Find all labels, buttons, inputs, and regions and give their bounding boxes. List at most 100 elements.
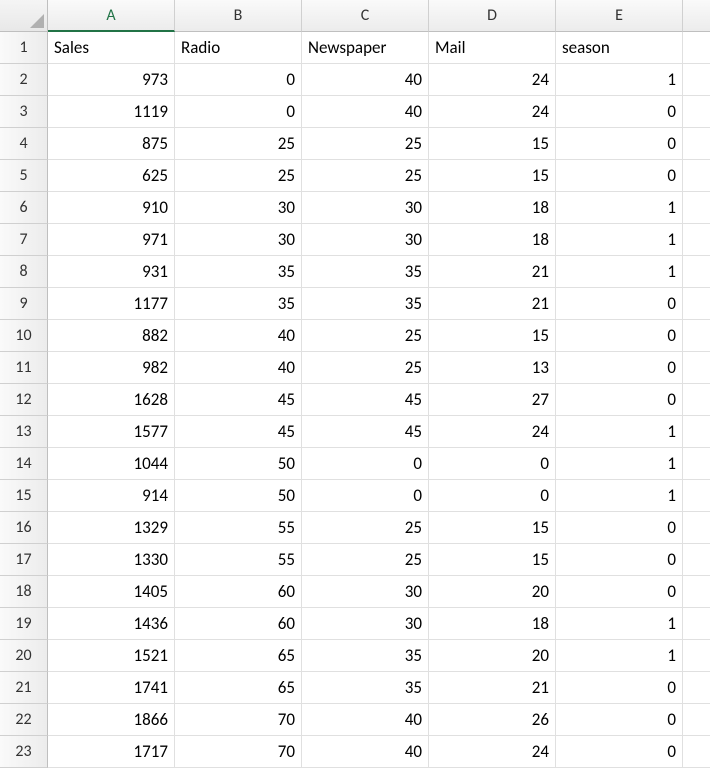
cell-C15[interactable]: 0 [302,480,429,512]
cell-E21[interactable]: 0 [556,672,683,704]
cell-E23[interactable]: 0 [556,736,683,768]
cell-C6[interactable]: 30 [302,192,429,224]
cell-partial[interactable] [683,448,710,480]
cell-E11[interactable]: 0 [556,352,683,384]
cell-B23[interactable]: 70 [175,736,302,768]
cell-B8[interactable]: 35 [175,256,302,288]
cell-C18[interactable]: 30 [302,576,429,608]
cell-E19[interactable]: 1 [556,608,683,640]
row-header-8[interactable]: 8 [0,256,48,288]
cell-A6[interactable]: 910 [48,192,175,224]
cell-D11[interactable]: 13 [429,352,556,384]
cell-C13[interactable]: 45 [302,416,429,448]
cell-D22[interactable]: 26 [429,704,556,736]
cell-D4[interactable]: 15 [429,128,556,160]
cell-A19[interactable]: 1436 [48,608,175,640]
cell-A15[interactable]: 914 [48,480,175,512]
cell-B18[interactable]: 60 [175,576,302,608]
cell-D20[interactable]: 20 [429,640,556,672]
row-header-23[interactable]: 23 [0,736,48,768]
cell-E16[interactable]: 0 [556,512,683,544]
cell-A20[interactable]: 1521 [48,640,175,672]
cell-A2[interactable]: 973 [48,64,175,96]
col-header-D[interactable]: D [429,0,556,32]
cell-E22[interactable]: 0 [556,704,683,736]
cell-D8[interactable]: 21 [429,256,556,288]
col-header-A[interactable]: A [48,0,175,32]
cell-C9[interactable]: 35 [302,288,429,320]
cell-E8[interactable]: 1 [556,256,683,288]
cell-partial[interactable] [683,640,710,672]
row-header-3[interactable]: 3 [0,96,48,128]
cell-D17[interactable]: 15 [429,544,556,576]
cell-E14[interactable]: 1 [556,448,683,480]
cell-D15[interactable]: 0 [429,480,556,512]
cell-A4[interactable]: 875 [48,128,175,160]
row-header-19[interactable]: 19 [0,608,48,640]
cell-C3[interactable]: 40 [302,96,429,128]
cell-B11[interactable]: 40 [175,352,302,384]
cell-C11[interactable]: 25 [302,352,429,384]
cell-partial[interactable] [683,736,710,768]
cell-C20[interactable]: 35 [302,640,429,672]
cell-C7[interactable]: 30 [302,224,429,256]
row-header-11[interactable]: 11 [0,352,48,384]
cell-D12[interactable]: 27 [429,384,556,416]
cell-partial[interactable] [683,704,710,736]
cell-B21[interactable]: 65 [175,672,302,704]
cell-D6[interactable]: 18 [429,192,556,224]
cell-D19[interactable]: 18 [429,608,556,640]
cell-partial[interactable] [683,192,710,224]
cell-D7[interactable]: 18 [429,224,556,256]
cell-partial[interactable] [683,128,710,160]
cell-partial[interactable] [683,576,710,608]
cell-C12[interactable]: 45 [302,384,429,416]
cell-partial[interactable] [683,544,710,576]
cell-B3[interactable]: 0 [175,96,302,128]
cell-D21[interactable]: 21 [429,672,556,704]
cell-D10[interactable]: 15 [429,320,556,352]
cell-E13[interactable]: 1 [556,416,683,448]
cell-C8[interactable]: 35 [302,256,429,288]
cell-E20[interactable]: 1 [556,640,683,672]
cell-partial[interactable] [683,160,710,192]
cell-B7[interactable]: 30 [175,224,302,256]
cell-partial[interactable] [683,256,710,288]
cell-B15[interactable]: 50 [175,480,302,512]
cell-E4[interactable]: 0 [556,128,683,160]
cell-partial[interactable] [683,32,710,64]
cell-A13[interactable]: 1577 [48,416,175,448]
cell-partial[interactable] [683,672,710,704]
cell-B6[interactable]: 30 [175,192,302,224]
cell-B13[interactable]: 45 [175,416,302,448]
cell-E12[interactable]: 0 [556,384,683,416]
col-header-B[interactable]: B [175,0,302,32]
row-header-12[interactable]: 12 [0,384,48,416]
cell-A14[interactable]: 1044 [48,448,175,480]
cell-A10[interactable]: 882 [48,320,175,352]
cell-A1[interactable]: Sales [48,32,175,64]
row-header-14[interactable]: 14 [0,448,48,480]
cell-C23[interactable]: 40 [302,736,429,768]
cell-B9[interactable]: 35 [175,288,302,320]
row-header-17[interactable]: 17 [0,544,48,576]
cell-D9[interactable]: 21 [429,288,556,320]
cell-E10[interactable]: 0 [556,320,683,352]
cell-partial[interactable] [683,288,710,320]
cell-A9[interactable]: 1177 [48,288,175,320]
cell-C1[interactable]: Newspaper [302,32,429,64]
cell-partial[interactable] [683,224,710,256]
row-header-2[interactable]: 2 [0,64,48,96]
row-header-4[interactable]: 4 [0,128,48,160]
select-all-corner[interactable] [0,0,48,32]
cell-C10[interactable]: 25 [302,320,429,352]
cell-E18[interactable]: 0 [556,576,683,608]
cell-E17[interactable]: 0 [556,544,683,576]
cell-E2[interactable]: 1 [556,64,683,96]
cell-D2[interactable]: 24 [429,64,556,96]
cell-A23[interactable]: 1717 [48,736,175,768]
cell-partial[interactable] [683,64,710,96]
row-header-21[interactable]: 21 [0,672,48,704]
cell-E6[interactable]: 1 [556,192,683,224]
cell-A8[interactable]: 931 [48,256,175,288]
